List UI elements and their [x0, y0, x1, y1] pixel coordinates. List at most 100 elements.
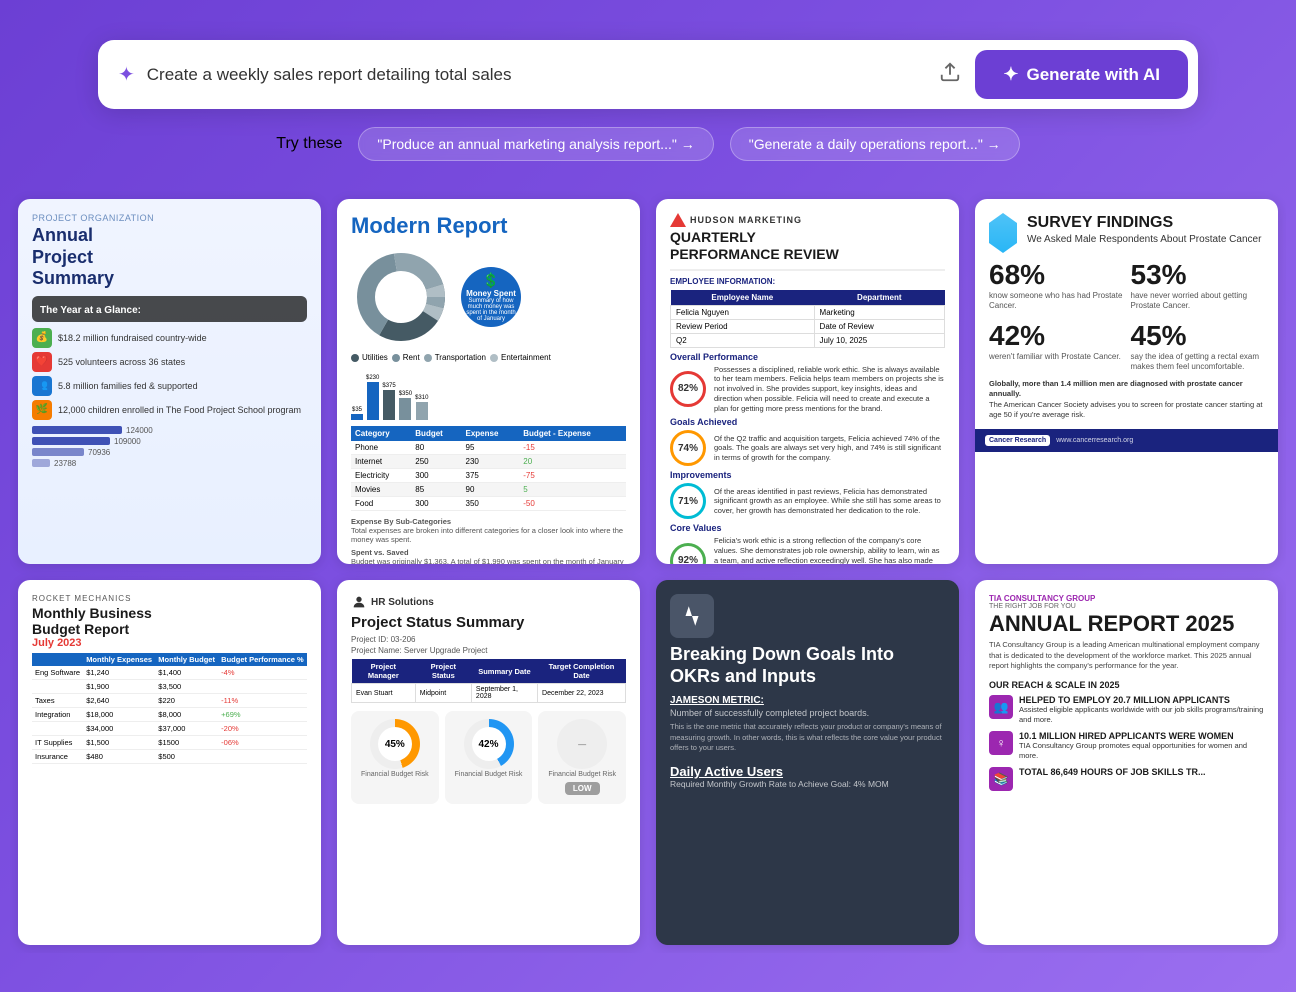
survey-header: SURVEY FINDINGS We Asked Male Respondent…: [989, 213, 1264, 253]
tia-desc: TIA Consultancy Group is a leading Ameri…: [989, 640, 1264, 672]
card-hudson-qpr[interactable]: HUDSON MARKETING QUARTERLYPERFORMANCE RE…: [656, 199, 959, 564]
card-modern-report[interactable]: Modern Report 💲 Money Spent Summary of h…: [337, 199, 640, 564]
tia-stat-icon-1: 👥: [989, 695, 1013, 719]
stat-53: 53%: [1131, 259, 1265, 291]
stat-68: 68%: [989, 259, 1123, 291]
stat-68-desc: know someone who has had Prostate Cancer…: [989, 291, 1123, 312]
risk-label-3: Financial Budget Risk: [546, 771, 618, 778]
chart-legend: Utilities Rent Transportation Entertainm…: [351, 353, 626, 362]
tia-stat-desc-1: Assisted eligible applicants worldwide w…: [1019, 705, 1264, 726]
card-annual-summary[interactable]: Project Organization AnnualProjectSummar…: [18, 199, 321, 564]
okr-icon: [670, 594, 714, 638]
risk-label-2: Financial Budget Risk: [453, 771, 525, 778]
risk-card-3: — Financial Budget Risk LOW: [538, 711, 626, 804]
tia-company: TIA CONSULTANCY GROUP: [989, 594, 1264, 603]
upload-button[interactable]: [925, 53, 975, 97]
table-row: $1,900$3,500: [32, 680, 307, 694]
suggestion-1[interactable]: "Produce an annual marketing analysis re…: [358, 127, 713, 161]
table-row: Insurance$480$500: [32, 750, 307, 764]
stat-icon-children: 🌿: [32, 400, 52, 420]
card-column-2: Modern Report 💲 Money Spent Summary of h…: [329, 191, 648, 953]
overall-title: Overall Performance: [670, 352, 945, 362]
card-annual-report-2025[interactable]: TIA CONSULTANCY GROUP THE RIGHT JOB FOR …: [975, 580, 1278, 945]
tia-stat-num-1: HELPED TO EMPLOY 20.7 MILLION APPLICANTS: [1019, 695, 1264, 705]
footer-url: www.cancerresearch.org: [1056, 437, 1133, 444]
survey-stat-45: 45% say the idea of getting a rectal exa…: [1131, 320, 1265, 373]
survey-stat-42: 42% weren't familiar with Prostate Cance…: [989, 320, 1123, 373]
tia-reach-title: OUR REACH & SCALE IN 2025: [989, 680, 1264, 690]
risk-badge: LOW: [565, 782, 600, 795]
tia-stat-icon-2: ♀: [989, 731, 1013, 755]
hero-section: ✦ ✦ Generate with AI Try these "Produce …: [0, 0, 1296, 191]
stat-volunteers: ❤️ 525 volunteers across 36 states: [32, 352, 307, 372]
improvements-score: 71%: [670, 483, 706, 519]
tia-stat-3: 📚 TOTAL 86,649 HOURS OF JOB SKILLS TR...: [989, 767, 1264, 791]
tia-stat-icon-3: 📚: [989, 767, 1013, 791]
try-these-label: Try these: [276, 135, 342, 153]
project-id: Project ID: 03-206: [351, 635, 626, 644]
expense-table: Category Budget Expense Budget - Expense…: [351, 426, 626, 511]
core-values-score: 92%: [670, 543, 706, 564]
generate-button[interactable]: ✦ Generate with AI: [975, 50, 1188, 99]
cancer-research-logo: Cancer Research: [985, 435, 1050, 446]
expense-sub: Expense By Sub-Categories Total expenses…: [351, 517, 626, 544]
metric-desc: This is the one metric that accurately r…: [670, 722, 945, 754]
stat-42: 42%: [989, 320, 1123, 352]
stat-45-desc: say the idea of getting a rectal exam ma…: [1131, 352, 1265, 373]
annual-title: AnnualProjectSummary: [32, 225, 307, 290]
table-row: Taxes$2,640$220-11%: [32, 694, 307, 708]
risk-label-1: Financial Budget Risk: [359, 771, 431, 778]
generate-sparkle-icon: ✦: [1003, 64, 1018, 85]
card-hr-solutions[interactable]: HR Solutions Project Status Summary Proj…: [337, 580, 640, 945]
spent-saved-sub: Spent vs. Saved Budget was originally $1…: [351, 548, 626, 564]
review-date: July 10, 2025: [814, 333, 944, 347]
company-logo: ROCKET MECHANICS: [32, 594, 307, 603]
table-row: Felicia Nguyen Marketing: [671, 305, 945, 319]
card-column-1: Project Organization AnnualProjectSummar…: [10, 191, 329, 953]
hr-logo-icon: [351, 594, 367, 610]
table-row: Eng Software$1,240$1,400-4%: [32, 666, 307, 680]
improvements: Improvements 71% Of the areas identified…: [670, 470, 945, 519]
card-survey-findings[interactable]: SURVEY FINDINGS We Asked Male Respondent…: [975, 199, 1278, 564]
search-input[interactable]: [147, 65, 926, 85]
card-budget-report[interactable]: ROCKET MECHANICS Monthly BusinessBudget …: [18, 580, 321, 945]
hudson-org: HUDSON MARKETING: [690, 215, 802, 225]
improvements-text: Of the areas identified in past reviews,…: [714, 487, 945, 516]
suggestion-2[interactable]: "Generate a daily operations report..." …: [730, 127, 1020, 161]
risk-cards: 45% Financial Budget Risk 42% Financial …: [351, 711, 626, 804]
survey-subtitle: We Asked Male Respondents About Prostate…: [1027, 234, 1261, 245]
table-row: Q2 July 10, 2025: [671, 333, 945, 347]
tia-title: ANNUAL REPORT 2025: [989, 612, 1264, 636]
table-row: Food300350-50: [351, 497, 626, 511]
card-okr-goals[interactable]: Breaking Down Goals Into OKRs and Inputs…: [656, 580, 959, 945]
dept: Marketing: [814, 305, 944, 319]
budget-date: July 2023: [32, 637, 307, 649]
review-period: Q2: [671, 333, 815, 347]
hudson-header: HUDSON MARKETING QUARTERLYPERFORMANCE RE…: [670, 213, 945, 271]
risk-card-1: 45% Financial Budget Risk: [351, 711, 439, 804]
bar-chart: 124000 109000 70936 23788: [32, 426, 307, 468]
table-row: IT Supplies$1,500$1500-06%: [32, 736, 307, 750]
survey-stat-68: 68% know someone who has had Prostate Ca…: [989, 259, 1123, 312]
emp-info-label: EMPLOYEE INFORMATION:: [670, 277, 945, 286]
goals-title: Goals Achieved: [670, 417, 945, 427]
budget-table: Monthly Expenses Monthly Budget Budget P…: [32, 653, 307, 764]
table-row: $34,000$37,000-20%: [32, 722, 307, 736]
tia-stat-1: 👥 HELPED TO EMPLOY 20.7 MILLION APPLICAN…: [989, 695, 1264, 726]
stat-icon-heart: ❤️: [32, 352, 52, 372]
stat-fundraised: 💰 $18.2 million fundraised country-wide: [32, 328, 307, 348]
overall-score: 82%: [670, 371, 706, 407]
hr-title: Project Status Summary: [351, 614, 626, 631]
metric-sub: Number of successfully completed project…: [670, 708, 945, 718]
daily-users-title: Daily Active Users: [670, 764, 945, 779]
improvements-title: Improvements: [670, 470, 945, 480]
modern-report-title: Modern Report: [351, 213, 626, 239]
triangle-icon: [670, 213, 686, 227]
risk-gauge-3: —: [557, 719, 607, 769]
hr-table: Project Manager Project Status Summary D…: [351, 659, 626, 703]
money-spent-box: 💲 Money Spent Summary of how much money …: [461, 267, 521, 327]
survey-title: SURVEY FINDINGS: [1027, 213, 1261, 232]
goals-text: Of the Q2 traffic and acquisition target…: [714, 434, 945, 463]
risk-card-2: 42% Financial Budget Risk: [445, 711, 533, 804]
okr-title: Breaking Down Goals Into OKRs and Inputs: [670, 644, 945, 687]
